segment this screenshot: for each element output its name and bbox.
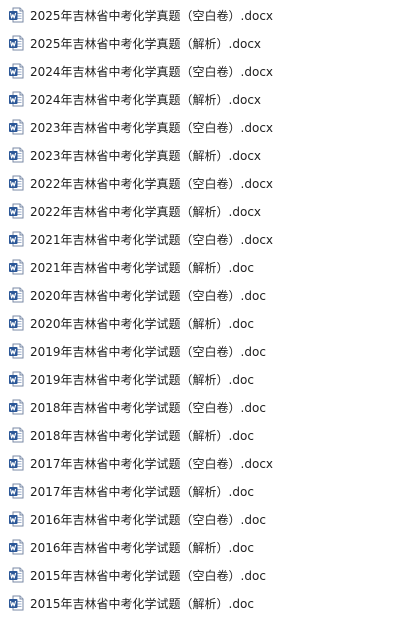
- file-name: 2022年吉林省中考化学真题（空白卷）.docx: [30, 176, 274, 191]
- word-document-icon: [8, 119, 24, 135]
- word-document-icon: [8, 35, 24, 51]
- file-item[interactable]: 2020年吉林省中考化学试题（空白卷）.doc: [0, 281, 400, 309]
- file-item[interactable]: 2020年吉林省中考化学试题（解析）.doc: [0, 309, 400, 337]
- file-item[interactable]: 2024年吉林省中考化学真题（解析）.docx: [0, 85, 400, 113]
- word-document-icon: [8, 399, 24, 415]
- file-item[interactable]: 2015年吉林省中考化学试题（解析）.doc: [0, 589, 400, 617]
- file-name: 2015年吉林省中考化学试题（解析）.doc: [30, 596, 254, 611]
- file-name: 2020年吉林省中考化学试题（空白卷）.doc: [30, 288, 266, 303]
- file-item[interactable]: 2024年吉林省中考化学真题（空白卷）.docx: [0, 57, 400, 85]
- file-name: 2025年吉林省中考化学真题（空白卷）.docx: [30, 8, 274, 23]
- file-item[interactable]: 2018年吉林省中考化学试题（空白卷）.doc: [0, 393, 400, 421]
- file-list: 2025年吉林省中考化学真题（空白卷）.docx 2025年吉林省中考化学真题（…: [0, 0, 400, 639]
- word-document-icon: [8, 483, 24, 499]
- file-item[interactable]: 2023年吉林省中考化学真题（空白卷）.docx: [0, 113, 400, 141]
- file-name: 2022年吉林省中考化学真题（解析）.docx: [30, 204, 262, 219]
- word-document-icon: [8, 7, 24, 23]
- file-name: 2018年吉林省中考化学试题（空白卷）.doc: [30, 400, 266, 415]
- file-item[interactable]: 2025年吉林省中考化学真题（解析）.docx: [0, 29, 400, 57]
- word-document-icon: [8, 315, 24, 331]
- file-name: 2016年吉林省中考化学试题（空白卷）.doc: [30, 512, 266, 527]
- file-item[interactable]: 2018年吉林省中考化学试题（解析）.doc: [0, 421, 400, 449]
- file-name: 2016年吉林省中考化学试题（解析）.doc: [30, 540, 254, 555]
- file-name: 2018年吉林省中考化学试题（解析）.doc: [30, 428, 254, 443]
- file-name: 2024年吉林省中考化学真题（解析）.docx: [30, 92, 262, 107]
- word-document-icon: [8, 567, 24, 583]
- word-document-icon: [8, 147, 24, 163]
- word-document-icon: [8, 511, 24, 527]
- file-name: 2025年吉林省中考化学真题（解析）.docx: [30, 36, 262, 51]
- word-document-icon: [8, 427, 24, 443]
- file-item[interactable]: 2025年吉林省中考化学真题（空白卷）.docx: [0, 1, 400, 29]
- file-name: 2015年吉林省中考化学试题（空白卷）.doc: [30, 568, 266, 583]
- file-name: 2021年吉林省中考化学试题（解析）.doc: [30, 260, 254, 275]
- file-name: 2017年吉林省中考化学试题（解析）.doc: [30, 484, 254, 499]
- file-item[interactable]: 2015年吉林省中考化学试题（空白卷）.doc: [0, 561, 400, 589]
- file-item[interactable]: 2017年吉林省中考化学试题（空白卷）.docx: [0, 449, 400, 477]
- word-document-icon: [8, 175, 24, 191]
- file-item[interactable]: 2016年吉林省中考化学试题（解析）.doc: [0, 533, 400, 561]
- file-item[interactable]: 2023年吉林省中考化学真题（解析）.docx: [0, 141, 400, 169]
- file-name: 2021年吉林省中考化学试题（空白卷）.docx: [30, 232, 274, 247]
- file-name: 2023年吉林省中考化学真题（空白卷）.docx: [30, 120, 274, 135]
- file-item[interactable]: 2019年吉林省中考化学试题（解析）.doc: [0, 365, 400, 393]
- file-item[interactable]: 2022年吉林省中考化学真题（空白卷）.docx: [0, 169, 400, 197]
- word-document-icon: [8, 539, 24, 555]
- file-item[interactable]: 2017年吉林省中考化学试题（解析）.doc: [0, 477, 400, 505]
- file-item[interactable]: 2016年吉林省中考化学试题（空白卷）.doc: [0, 505, 400, 533]
- file-item[interactable]: 2022年吉林省中考化学真题（解析）.docx: [0, 197, 400, 225]
- word-document-icon: [8, 371, 24, 387]
- word-document-icon: [8, 259, 24, 275]
- file-name: 2017年吉林省中考化学试题（空白卷）.docx: [30, 456, 274, 471]
- file-name: 2024年吉林省中考化学真题（空白卷）.docx: [30, 64, 274, 79]
- word-document-icon: [8, 343, 24, 359]
- file-item[interactable]: 2021年吉林省中考化学试题（解析）.doc: [0, 253, 400, 281]
- file-item[interactable]: 2021年吉林省中考化学试题（空白卷）.docx: [0, 225, 400, 253]
- word-document-icon: [8, 91, 24, 107]
- word-document-icon: [8, 231, 24, 247]
- file-name: 2023年吉林省中考化学真题（解析）.docx: [30, 148, 262, 163]
- word-document-icon: [8, 287, 24, 303]
- word-document-icon: [8, 63, 24, 79]
- word-document-icon: [8, 455, 24, 471]
- file-name: 2019年吉林省中考化学试题（解析）.doc: [30, 372, 254, 387]
- word-document-icon: [8, 203, 24, 219]
- file-item[interactable]: 2019年吉林省中考化学试题（空白卷）.doc: [0, 337, 400, 365]
- word-document-icon: [8, 595, 24, 611]
- file-name: 2020年吉林省中考化学试题（解析）.doc: [30, 316, 254, 331]
- file-name: 2019年吉林省中考化学试题（空白卷）.doc: [30, 344, 266, 359]
